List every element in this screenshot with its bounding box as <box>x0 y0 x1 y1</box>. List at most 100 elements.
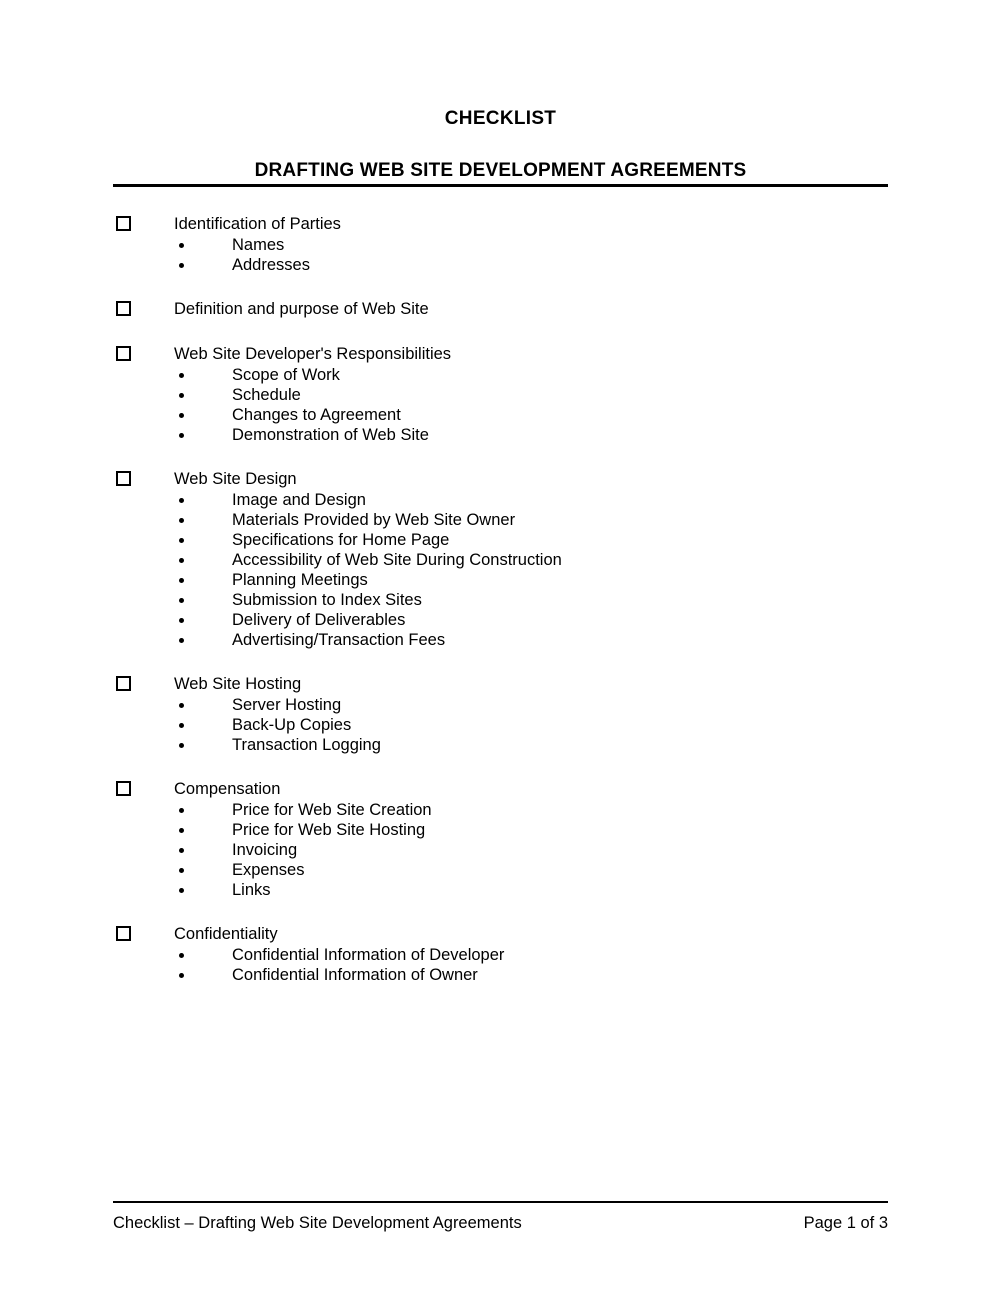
list-item-label: Confidential Information of Developer <box>232 946 505 964</box>
checklist-section-header: Definition and purpose of Web Site <box>0 298 1000 320</box>
checklist-sub-list: Names Addresses <box>0 235 1000 275</box>
list-item-label: Submission to Index Sites <box>232 591 422 609</box>
checkbox-icon[interactable] <box>116 471 131 486</box>
list-item-label: Addresses <box>232 256 310 274</box>
list-item: Changes to Agreement <box>174 405 1000 425</box>
checklist-section: Web Site Developer's Responsibilities Sco… <box>0 343 1000 468</box>
list-item-label: Expenses <box>232 861 305 879</box>
bullet-icon <box>179 703 184 708</box>
list-item: Materials Provided by Web Site Owner <box>174 510 1000 530</box>
checklist-section: Definition and purpose of Web Site <box>0 298 1000 343</box>
bullet-icon <box>179 373 184 378</box>
checklist-section-header: Web Site Design <box>0 468 1000 490</box>
checklist-section-title: Confidentiality <box>174 925 278 943</box>
list-item: Confidential Information of Owner <box>174 965 1000 985</box>
document-header: CHECKLIST DRAFTING WEB SITE DEVELOPMENT … <box>113 108 888 183</box>
checklist-section: Identification of Parties Names Addresses <box>0 213 1000 298</box>
list-item: Links <box>174 880 1000 900</box>
page-number: Page 1 of 3 <box>803 1214 888 1232</box>
list-item: Server Hosting <box>174 695 1000 715</box>
checkbox-icon[interactable] <box>116 781 131 796</box>
page-title: CHECKLIST <box>444 108 557 129</box>
list-item: Confidential Information of Developer <box>174 945 1000 965</box>
bullet-icon <box>179 558 184 563</box>
list-item-label: Accessibility of Web Site During Constru… <box>232 551 562 569</box>
list-item: Price for Web Site Creation <box>174 800 1000 820</box>
list-item: Schedule <box>174 385 1000 405</box>
bullet-icon <box>179 538 184 543</box>
checklist-section-header: Identification of Parties <box>0 213 1000 235</box>
list-item-label: Server Hosting <box>232 696 342 714</box>
bullet-icon <box>179 868 184 873</box>
checklist-section: Web Site Design Image and Design Materials… <box>0 468 1000 673</box>
list-item: Submission to Index Sites <box>174 590 1000 610</box>
bullet-icon <box>179 743 184 748</box>
list-item-label: Price for Web Site Creation <box>232 801 432 819</box>
list-item-label: Price for Web Site Hosting <box>232 821 426 839</box>
bullet-icon <box>179 518 184 523</box>
list-item: Advertising/Transaction Fees <box>174 630 1000 650</box>
list-item: Invoicing <box>174 840 1000 860</box>
checklist-section-title: Web Site Developer's Responsibilities <box>174 345 452 363</box>
list-item: Demonstration of Web Site <box>174 425 1000 445</box>
bullet-icon <box>179 638 184 643</box>
checklist-section-header: Confidentiality <box>0 923 1000 945</box>
list-item-label: Confidential Information of Owner <box>232 966 478 984</box>
checklist-section: Confidentiality Confidential Information … <box>0 923 1000 985</box>
bullet-icon <box>179 828 184 833</box>
page-subtitle: DRAFTING WEB SITE DEVELOPMENT AGREEMENTS <box>254 159 747 181</box>
bullet-icon <box>179 243 184 248</box>
checkbox-icon[interactable] <box>116 301 131 316</box>
checkbox-icon[interactable] <box>116 926 131 941</box>
bullet-icon <box>179 498 184 503</box>
checklist-section-title: Compensation <box>174 780 281 798</box>
checklist-section-title: Web Site Hosting <box>174 675 302 693</box>
list-item: Names <box>174 235 1000 255</box>
bullet-icon <box>179 808 184 813</box>
checklist-section-header: Compensation <box>0 778 1000 800</box>
checklist-sub-list: Image and Design Materials Provided by We… <box>0 490 1000 650</box>
list-item-label: Links <box>232 881 271 899</box>
list-item: Image and Design <box>174 490 1000 510</box>
list-item: Back-Up Copies <box>174 715 1000 735</box>
checklist-section-title: Identification of Parties <box>174 215 341 233</box>
bullet-icon <box>179 393 184 398</box>
bullet-icon <box>179 263 184 268</box>
checkbox-icon[interactable] <box>116 346 131 361</box>
bullet-icon <box>179 578 184 583</box>
page-footer: Checklist – Drafting Web Site Developmen… <box>113 1201 888 1233</box>
bullet-icon <box>179 848 184 853</box>
bullet-icon <box>179 723 184 728</box>
list-item-label: Changes to Agreement <box>232 406 401 424</box>
footer-row: Checklist – Drafting Web Site Developmen… <box>113 1203 888 1233</box>
list-item-label: Transaction Logging <box>232 736 381 754</box>
checklist-section-header: Web Site Developer's Responsibilities <box>0 343 1000 365</box>
list-item-label: Materials Provided by Web Site Owner <box>232 511 516 529</box>
list-item-label: Back-Up Copies <box>232 716 352 734</box>
footer-caption: Checklist – Drafting Web Site Developmen… <box>113 1214 522 1232</box>
list-item-label: Advertising/Transaction Fees <box>232 631 446 649</box>
checklist-section-title: Web Site Design <box>174 470 297 488</box>
bullet-icon <box>179 973 184 978</box>
list-item-label: Names <box>232 236 285 254</box>
bullet-icon <box>179 413 184 418</box>
list-item-label: Delivery of Deliverables <box>232 611 406 629</box>
checkbox-icon[interactable] <box>116 676 131 691</box>
checklist-section-header: Web Site Hosting <box>0 673 1000 695</box>
checkbox-icon[interactable] <box>116 216 131 231</box>
bullet-icon <box>179 888 184 893</box>
list-item: Accessibility of Web Site During Constru… <box>174 550 1000 570</box>
checklist-sub-list: Confidential Information of Developer Con… <box>0 945 1000 985</box>
header-divider <box>113 184 888 187</box>
bullet-icon <box>179 433 184 438</box>
list-item: Specifications for Home Page <box>174 530 1000 550</box>
checklist-section: Web Site Hosting Server Hosting Back-Up Co… <box>0 673 1000 778</box>
bullet-icon <box>179 953 184 958</box>
list-item-label: Image and Design <box>232 491 366 509</box>
list-item: Transaction Logging <box>174 735 1000 755</box>
checklist-sub-list: Scope of Work Schedule Changes to Agreemen… <box>0 365 1000 445</box>
checklist-section: Compensation Price for Web Site Creation P… <box>0 778 1000 923</box>
list-item: Planning Meetings <box>174 570 1000 590</box>
list-item-label: Schedule <box>232 386 301 404</box>
list-item: Expenses <box>174 860 1000 880</box>
